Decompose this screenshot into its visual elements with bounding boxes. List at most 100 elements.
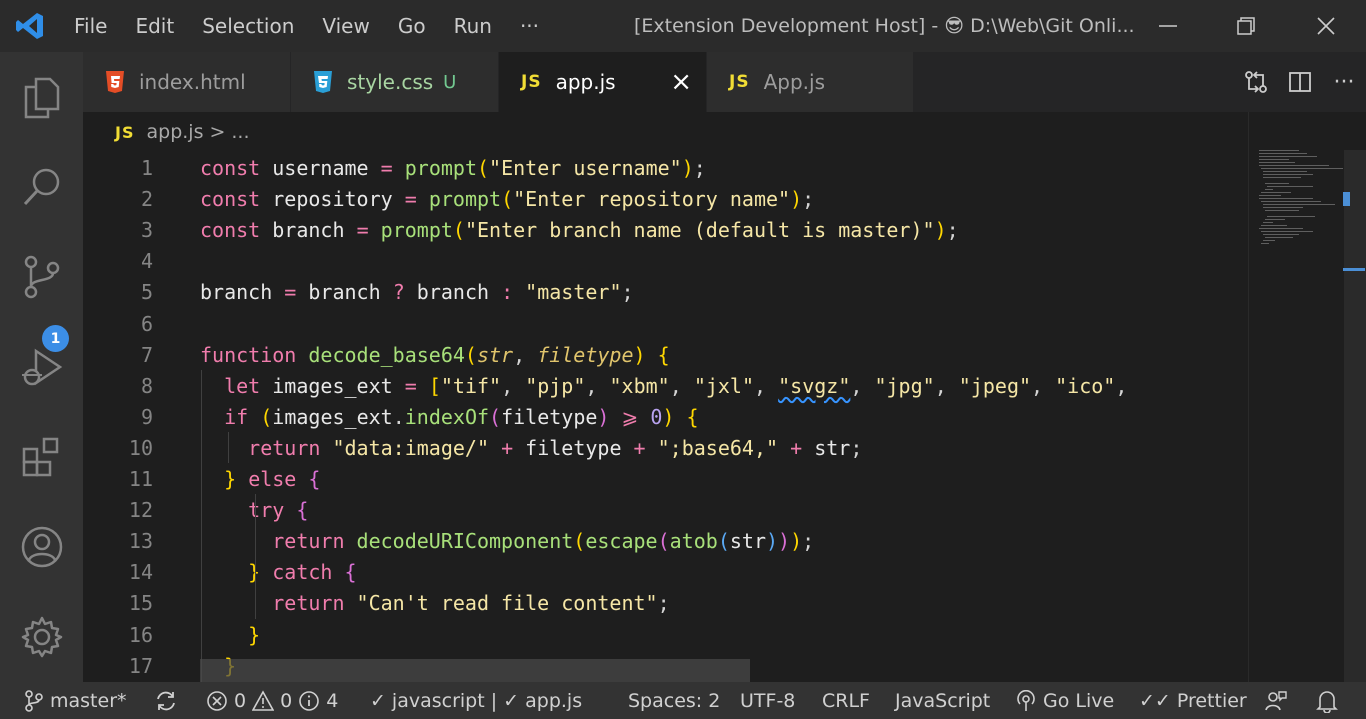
code-line[interactable]: 12 try { bbox=[83, 494, 1248, 525]
code-line[interactable]: 5 branch = branch ? branch : "master"; bbox=[83, 276, 1248, 307]
line-number: 17 bbox=[128, 653, 153, 678]
horizontal-scrollbar[interactable] bbox=[200, 659, 750, 682]
bell-icon bbox=[1316, 690, 1338, 713]
line-number: 3 bbox=[140, 217, 153, 242]
minimap-line bbox=[1263, 177, 1301, 178]
problems-indicator[interactable]: 0 0 4 bbox=[206, 682, 338, 719]
sync-icon bbox=[157, 691, 175, 710]
more-actions-icon[interactable]: ··· bbox=[1322, 70, 1366, 95]
window-title-emoji: 😎 bbox=[944, 15, 965, 37]
restore-button[interactable] bbox=[1206, 0, 1286, 52]
line-number: 12 bbox=[128, 497, 153, 522]
activity-search[interactable] bbox=[0, 142, 83, 232]
minimap-line bbox=[1259, 228, 1303, 229]
eol-status[interactable]: CRLF bbox=[822, 682, 870, 719]
close-window-button[interactable] bbox=[1286, 0, 1366, 52]
code-text: function decode_base64(str, filetype) { bbox=[200, 342, 670, 367]
warning-icon bbox=[252, 689, 275, 711]
code-line[interactable]: 1 const username = prompt("Enter username… bbox=[83, 152, 1248, 183]
language-mode[interactable]: JavaScript bbox=[895, 682, 990, 719]
minimap-viewport[interactable] bbox=[1343, 192, 1350, 206]
tab-label: App.js bbox=[763, 70, 825, 94]
vertical-scrollbar[interactable] bbox=[1344, 150, 1366, 682]
code-line[interactable]: 16 } bbox=[83, 619, 1248, 650]
code-line[interactable]: 4 bbox=[83, 245, 1248, 276]
code-line[interactable]: 13 return decodeURIComponent(escape(atob… bbox=[83, 525, 1248, 556]
tab-index-html[interactable]: index.html bbox=[83, 52, 291, 112]
code-line[interactable]: 6 bbox=[83, 308, 1248, 339]
minimap-line bbox=[1263, 171, 1307, 172]
code-line[interactable]: 9 if (images_ext.indexOf(filetype) ⩾ 0) … bbox=[83, 401, 1248, 432]
warning-count: 0 bbox=[280, 689, 293, 712]
menu-go[interactable]: Go bbox=[384, 0, 440, 52]
code-editor[interactable]: 1 const username = prompt("Enter username… bbox=[83, 152, 1248, 682]
tab-style-css[interactable]: style.css U bbox=[291, 52, 499, 112]
activity-extensions[interactable] bbox=[0, 412, 83, 502]
code-line[interactable]: 10 return "data:image/" + filetype + ";b… bbox=[83, 432, 1248, 463]
minimap-line bbox=[1265, 219, 1285, 220]
indentation-status[interactable]: Spaces: 2 bbox=[628, 682, 720, 719]
go-live-button[interactable]: Go Live bbox=[1015, 682, 1114, 719]
notifications-button[interactable] bbox=[1316, 682, 1344, 719]
line-number: 11 bbox=[128, 466, 153, 491]
split-editor-button[interactable] bbox=[1278, 70, 1322, 94]
tab-app-js-active[interactable]: JS app.js × bbox=[499, 52, 707, 112]
activity-run-debug[interactable] bbox=[0, 322, 83, 412]
code-text: branch = branch ? branch : "master"; bbox=[200, 279, 634, 304]
go-live-label: Go Live bbox=[1043, 689, 1115, 712]
menu-run[interactable]: Run bbox=[440, 0, 506, 52]
encoding-status[interactable]: UTF-8 bbox=[740, 682, 795, 719]
breadcrumb-file[interactable]: app.js bbox=[146, 121, 203, 143]
menu-more[interactable]: ··· bbox=[506, 0, 553, 52]
line-number: 16 bbox=[128, 622, 153, 647]
activity-source-control[interactable] bbox=[0, 232, 83, 322]
menu-selection[interactable]: Selection bbox=[188, 0, 308, 52]
activity-manage[interactable] bbox=[0, 592, 83, 682]
tab-label: app.js bbox=[555, 70, 616, 94]
git-branch-icon bbox=[25, 689, 43, 712]
js-icon: JS bbox=[521, 72, 542, 92]
minimap-line bbox=[1261, 168, 1343, 169]
line-number: 9 bbox=[140, 404, 153, 429]
prettier-status[interactable]: ✓✓ Prettier bbox=[1139, 682, 1247, 719]
activity-accounts[interactable] bbox=[0, 502, 83, 592]
activity-bar: 1 bbox=[0, 52, 83, 682]
menu-file[interactable]: File bbox=[60, 0, 121, 52]
minimap[interactable] bbox=[1248, 112, 1366, 682]
code-line[interactable]: 3 const branch = prompt("Enter branch nam… bbox=[83, 214, 1248, 245]
tab-App-js[interactable]: JS App.js bbox=[707, 52, 914, 112]
code-line[interactable]: 2 const repository = prompt("Enter reposi… bbox=[83, 183, 1248, 214]
code-line[interactable]: 15 return "Can't read file content"; bbox=[83, 587, 1248, 618]
code-text: return decodeURIComponent(escape(atob(st… bbox=[272, 528, 815, 553]
line-number: 7 bbox=[140, 342, 153, 367]
feedback-button[interactable] bbox=[1264, 682, 1294, 719]
minimap-line bbox=[1261, 231, 1313, 232]
code-line[interactable]: 11 } else { bbox=[83, 463, 1248, 494]
eslint-status[interactable]: ✓ javascript | ✓ app.js bbox=[370, 682, 582, 719]
tab-close-icon[interactable]: × bbox=[670, 69, 692, 95]
editor-actions: ··· bbox=[1234, 52, 1366, 112]
code-text: } bbox=[248, 622, 261, 647]
code-text: return "Can't read file content"; bbox=[272, 590, 670, 615]
js-icon: JS bbox=[729, 72, 750, 92]
window-title-path: D:\Web\Git Onli... bbox=[970, 15, 1135, 37]
sync-button[interactable] bbox=[154, 682, 184, 719]
branch-indicator[interactable]: master* bbox=[24, 682, 127, 719]
menu-edit[interactable]: Edit bbox=[121, 0, 188, 52]
code-line[interactable]: 14 } catch { bbox=[83, 556, 1248, 587]
minimap-line bbox=[1265, 237, 1293, 238]
open-changes-button[interactable] bbox=[1234, 69, 1278, 95]
minimap-line bbox=[1259, 198, 1313, 199]
minimize-button[interactable] bbox=[1128, 0, 1208, 52]
minimap-line bbox=[1259, 156, 1317, 157]
minimap-line bbox=[1263, 222, 1273, 223]
line-number: 6 bbox=[140, 311, 153, 336]
breadcrumb-symbols[interactable]: ... bbox=[231, 121, 249, 143]
menu-view[interactable]: View bbox=[308, 0, 383, 52]
explorer-icon bbox=[24, 77, 59, 119]
code-line[interactable]: 8 let images_ext = ["tif", "pjp", "xbm",… bbox=[83, 370, 1248, 401]
activity-explorer[interactable] bbox=[0, 52, 83, 142]
code-line[interactable]: 7 function decode_base64(str, filetype) { bbox=[83, 339, 1248, 370]
extensions-icon bbox=[22, 437, 58, 477]
line-number: 14 bbox=[128, 559, 153, 584]
